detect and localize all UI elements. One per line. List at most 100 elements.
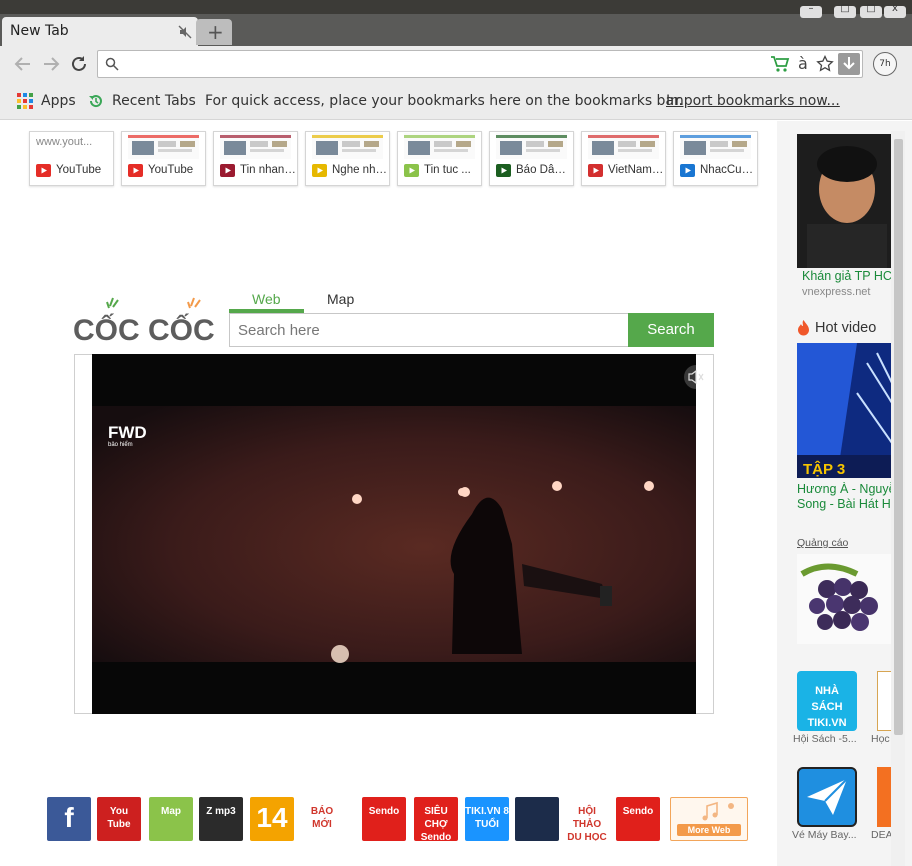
tile-label: Tin nhanh... [240, 164, 296, 176]
youtube-icon [128, 164, 143, 177]
star-icon[interactable] [816, 55, 834, 73]
hoc-caption[interactable]: Học [871, 733, 893, 745]
toolbar: à 7h [0, 46, 912, 84]
hot-video-caption-2[interactable]: Song - Bài Hát Hay [797, 497, 892, 511]
tab-new-tab[interactable]: New Tab [2, 17, 198, 46]
minimize-button[interactable]: – [800, 3, 822, 18]
maximize-button[interactable]: □ [834, 3, 856, 18]
bookmarks-bar: Apps Recent Tabs For quick access, place… [0, 84, 912, 120]
shortcut-text: BÁO MỚI [310, 806, 334, 830]
speed-dial-tile[interactable]: YouTube [121, 131, 206, 186]
tab-web[interactable]: Web [252, 291, 281, 307]
shortcut-text: You Tube [107, 806, 131, 830]
map-icon[interactable]: Map [149, 797, 193, 841]
sendo-2-icon[interactable]: Sendo [616, 797, 660, 841]
tile-label: Báo Dân trí [516, 164, 572, 176]
forward-arrow-icon[interactable] [40, 53, 62, 75]
search-icon [105, 57, 119, 71]
du-hoc-icon[interactable]: HỘI THẢO DU HỌC [565, 797, 609, 841]
tiki-icon[interactable]: TIKI.VN 8 TUỔI [465, 797, 509, 841]
close-window-button[interactable]: x [884, 3, 906, 18]
speaker-muted-icon[interactable] [684, 365, 708, 389]
new-tab-button[interactable]: + [196, 19, 232, 45]
shortcut-text: Sendo [622, 806, 654, 817]
tab-map[interactable]: Map [327, 291, 354, 307]
flight-tile[interactable] [797, 767, 857, 827]
search-button[interactable]: Search [628, 313, 714, 347]
speed-dial-tile[interactable]: Báo Dân trí [489, 131, 574, 186]
video-player[interactable]: FWD bảo hiểm [92, 354, 696, 714]
kenh14-icon[interactable]: 14 [250, 797, 294, 841]
title-bar [0, 0, 912, 14]
hot-video-badge: TẬP 3 [803, 461, 846, 478]
news-caption[interactable]: Khán giả TP HCM [802, 269, 892, 283]
apps-grid-icon[interactable] [17, 93, 33, 109]
more-web-label: More Web [687, 825, 731, 835]
ad-label[interactable]: Quảng cáo [797, 537, 848, 549]
maximize-restore-button[interactable]: □ [860, 3, 882, 18]
hot-video-caption-1[interactable]: Hương À - Nguyễn [797, 482, 892, 496]
youtube-icon [36, 164, 51, 177]
music-notes-icon [702, 801, 734, 821]
sieu-cho-sendo-icon[interactable]: SIÊU CHỢ Sendo [414, 797, 458, 841]
hot-video-thumbnail[interactable]: TẬP 3 [797, 343, 892, 478]
youtube-icon[interactable]: You Tube [97, 797, 141, 841]
translate-icon[interactable]: à [798, 54, 808, 73]
speed-dial-tile[interactable]: VietNamNet [581, 131, 666, 186]
tiki-caption[interactable]: Hội Sách -5... [793, 733, 863, 745]
speed-dial-tile[interactable]: Tin nhanh... [213, 131, 298, 186]
sendo-icon[interactable]: Sendo [362, 797, 406, 841]
tile-label: Tin tuc ... [424, 164, 471, 176]
paper-plane-icon [807, 778, 848, 815]
more-web-button[interactable]: More Web [670, 797, 748, 841]
shortcut-text: 14 [256, 802, 288, 833]
news-photo [797, 134, 892, 268]
shortcut-text: HỘI THẢO DU HỌC [567, 806, 607, 841]
video-frame-image [92, 354, 696, 714]
tile-label: VietNamNet [608, 164, 664, 176]
shortcut-text: Map [161, 806, 181, 817]
shortcut-text: SIÊU CHỢ Sendo [420, 806, 452, 841]
shopping-cart-icon[interactable] [770, 55, 790, 73]
reload-icon[interactable] [68, 53, 90, 75]
hot-video-image [797, 343, 892, 478]
tiki-tile[interactable]: NHÀ SÁCH TIKI.VN [797, 671, 857, 731]
recent-tabs-icon[interactable] [88, 93, 104, 109]
address-bar[interactable]: à [97, 50, 863, 78]
news-card[interactable] [797, 134, 892, 268]
hot-video-title: Hot video [815, 320, 877, 336]
headphone-icon [680, 164, 695, 177]
ad-grapes-banner[interactable] [797, 554, 892, 644]
apps-link[interactable]: Apps [41, 93, 76, 109]
tab-title: New Tab [10, 23, 69, 39]
search-input[interactable]: Search here [229, 313, 629, 347]
flight-caption[interactable]: Vé Máy Bay... [792, 829, 864, 841]
speed-dial-tile[interactable]: NhacCuaTui [673, 131, 758, 186]
download-icon[interactable] [838, 53, 860, 75]
tile-preview [404, 133, 475, 159]
speed-dial-tile[interactable]: www.yout... YouTube [29, 131, 114, 186]
search-placeholder: Search here [238, 322, 320, 339]
profile-avatar[interactable]: 7h [873, 52, 897, 76]
facebook-icon[interactable]: f [47, 797, 91, 841]
import-bookmarks-link[interactable]: Import bookmarks now... [666, 93, 840, 109]
speed-dial-tile[interactable]: Nghe nhạc... [305, 131, 390, 186]
tile-label: YouTube [56, 164, 102, 176]
dea-caption[interactable]: DEA [871, 829, 893, 841]
bao-moi-icon[interactable]: BÁO MỚI [300, 797, 344, 841]
tile-preview: www.yout... [36, 136, 93, 148]
tile-label: NhacCuaTui [700, 164, 756, 176]
tab-strip: – □ □ x New Tab + [0, 0, 912, 46]
page-scrollbar-thumb[interactable] [894, 139, 903, 735]
speed-dial-tile[interactable]: Tin tuc ... [397, 131, 482, 186]
tile-preview [128, 133, 199, 159]
tile-preview [680, 133, 751, 159]
back-arrow-icon[interactable] [12, 53, 34, 75]
recent-tabs-link[interactable]: Recent Tabs [112, 93, 196, 109]
d-news-icon [496, 164, 511, 177]
tile-label: Nghe nhạc... [332, 164, 388, 176]
game-icon[interactable] [515, 797, 559, 841]
music-disc-icon [312, 164, 327, 177]
zing-mp3-icon[interactable]: Z mp3 [199, 797, 243, 841]
speaker-muted-icon[interactable] [178, 25, 192, 39]
